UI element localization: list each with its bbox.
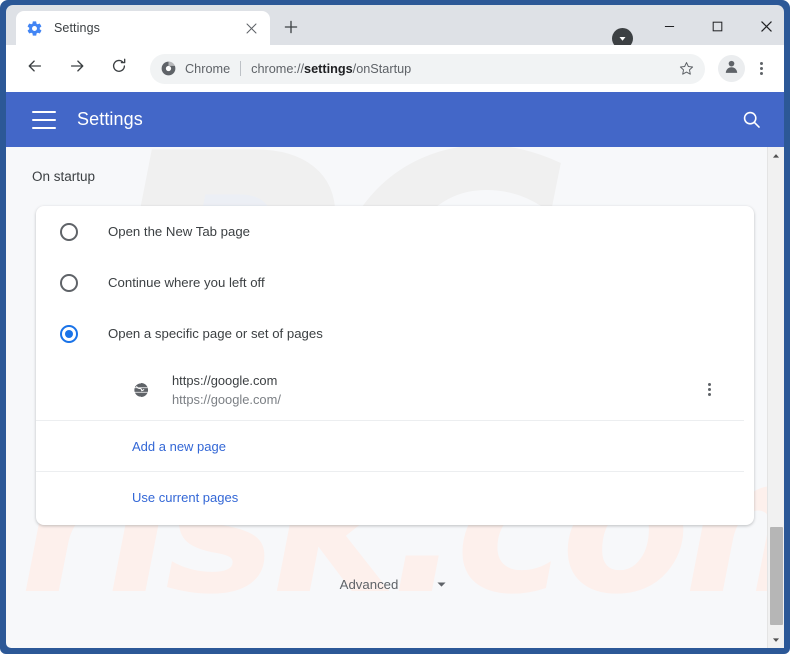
kebab-dot bbox=[707, 393, 711, 397]
radio-button-selected[interactable] bbox=[60, 324, 78, 343]
startup-option-continue[interactable]: Continue where you left off bbox=[36, 257, 754, 308]
arrow-left-icon bbox=[26, 57, 44, 80]
browser-toolbar: Chrome chrome://settings/onStartup bbox=[6, 45, 784, 92]
on-startup-card: Open the New Tab page Continue where you… bbox=[36, 206, 754, 525]
section-title-on-startup: On startup bbox=[32, 169, 96, 184]
maximize-icon[interactable] bbox=[694, 10, 740, 42]
add-new-page-link[interactable]: Add a new page bbox=[132, 439, 226, 454]
caret-up-icon[interactable] bbox=[768, 147, 784, 164]
startup-page-title: https://google.com bbox=[172, 372, 278, 388]
hamburger-line bbox=[32, 110, 56, 113]
url-suffix: /onStartup bbox=[352, 61, 412, 76]
settings-scroll-body: On startup Open the New Tab page Continu… bbox=[6, 147, 784, 648]
browser-window: Settings Chrome chrome://settings/onStar… bbox=[0, 0, 790, 654]
scrollbar-thumb[interactable] bbox=[770, 527, 783, 625]
url-prefix: chrome:// bbox=[251, 61, 305, 76]
kebab-dot bbox=[707, 388, 711, 391]
reload-button[interactable] bbox=[104, 54, 134, 84]
startup-option-label: Continue where you left off bbox=[108, 275, 265, 290]
hamburger-icon[interactable] bbox=[32, 110, 56, 129]
caret-down-icon[interactable] bbox=[768, 631, 784, 648]
plus-icon bbox=[284, 20, 298, 39]
settings-content-area: PC risk.com On startup Open the New Tab … bbox=[6, 147, 784, 648]
globe-icon bbox=[132, 381, 150, 399]
hamburger-line bbox=[32, 118, 56, 121]
radio-button[interactable] bbox=[60, 222, 78, 241]
search-icon[interactable] bbox=[738, 107, 764, 133]
use-current-pages-link[interactable]: Use current pages bbox=[132, 490, 238, 505]
advanced-toggle[interactable]: Advanced bbox=[6, 575, 784, 593]
arrow-right-icon bbox=[68, 57, 86, 80]
kebab-dot bbox=[707, 382, 711, 386]
url-bold-part: settings bbox=[304, 61, 353, 76]
tab-settings[interactable]: Settings bbox=[16, 11, 270, 45]
kebab-menu-icon[interactable] bbox=[696, 375, 722, 405]
startup-page-url: https://google.com/ bbox=[172, 391, 281, 407]
kebab-dot bbox=[759, 61, 763, 65]
star-icon[interactable] bbox=[673, 56, 699, 82]
radio-button[interactable] bbox=[60, 273, 78, 292]
tab-title: Settings bbox=[54, 21, 100, 35]
chevron-down-icon bbox=[432, 575, 450, 593]
person-icon bbox=[723, 58, 740, 80]
kebab-dot bbox=[759, 72, 763, 76]
chrome-logo-icon bbox=[161, 61, 176, 76]
close-icon[interactable] bbox=[743, 10, 789, 42]
use-current-pages-row[interactable]: Use current pages bbox=[36, 472, 754, 523]
reload-icon bbox=[110, 57, 128, 80]
gear-icon bbox=[26, 20, 43, 37]
back-button[interactable] bbox=[20, 54, 50, 84]
kebab-menu-icon[interactable] bbox=[748, 54, 774, 84]
startup-option-new-tab[interactable]: Open the New Tab page bbox=[36, 206, 754, 257]
advanced-label: Advanced bbox=[339, 576, 399, 592]
forward-button[interactable] bbox=[62, 54, 92, 84]
startup-option-label: Open a specific page or set of pages bbox=[108, 326, 323, 341]
startup-page-row: https://google.com https://google.com/ bbox=[36, 359, 744, 421]
address-bar[interactable]: Chrome chrome://settings/onStartup bbox=[150, 53, 705, 84]
startup-page-text: https://google.com https://google.com/ bbox=[172, 371, 696, 409]
omnibox-divider bbox=[240, 61, 242, 76]
new-tab-button[interactable] bbox=[278, 16, 304, 42]
page-title: Settings bbox=[77, 109, 143, 129]
kebab-dot bbox=[759, 67, 763, 70]
avatar[interactable] bbox=[718, 55, 745, 82]
close-icon[interactable] bbox=[242, 19, 260, 37]
tab-strip: Settings bbox=[6, 5, 784, 49]
startup-option-label: Open the New Tab page bbox=[108, 224, 250, 239]
settings-header-bar: Settings bbox=[6, 92, 784, 147]
omnibox-brand-label: Chrome bbox=[185, 61, 231, 76]
minimize-icon[interactable] bbox=[646, 10, 692, 42]
startup-option-specific-pages[interactable]: Open a specific page or set of pages bbox=[36, 308, 754, 359]
add-new-page-row[interactable]: Add a new page bbox=[36, 421, 744, 472]
scrollbar[interactable] bbox=[767, 147, 784, 648]
hamburger-line bbox=[32, 126, 56, 129]
omnibox-url-text: chrome://settings/onStartup bbox=[251, 62, 669, 76]
